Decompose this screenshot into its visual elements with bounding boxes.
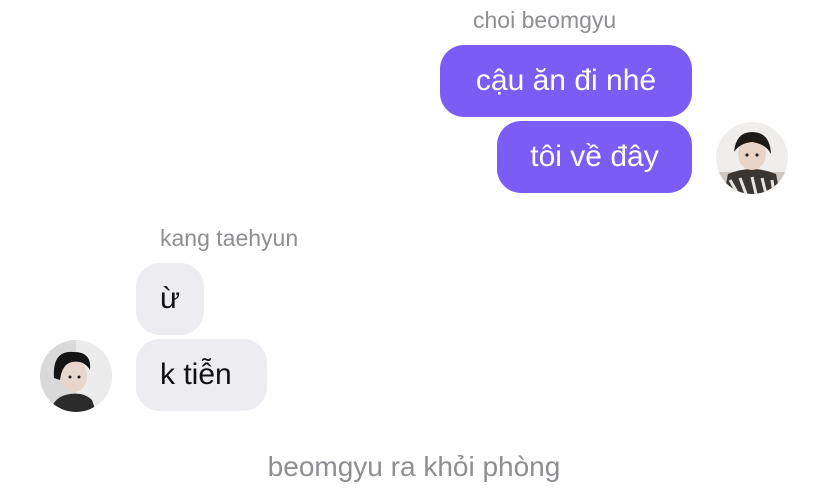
message-bubble-outgoing[interactable]: tôi về đây bbox=[497, 121, 692, 193]
sender-name-incoming: kang taehyun bbox=[160, 225, 299, 251]
message-text: k tiễn bbox=[160, 358, 232, 391]
message-text: tôi về đây bbox=[530, 140, 659, 173]
avatar-incoming-user[interactable] bbox=[40, 340, 112, 412]
system-notice: beomgyu ra khỏi phòng bbox=[267, 451, 561, 482]
message-text: cậu ăn đi nhé bbox=[475, 64, 657, 97]
user-photo-avatar-icon bbox=[40, 340, 112, 412]
message-bubble-incoming[interactable]: k tiễn bbox=[136, 339, 267, 411]
sender-name-outgoing: choi beomgyu bbox=[473, 7, 617, 33]
message-text: ừ bbox=[160, 282, 181, 315]
avatar-outgoing-user[interactable] bbox=[716, 122, 788, 194]
message-bubble-outgoing[interactable]: cậu ăn đi nhé bbox=[440, 45, 692, 117]
message-bubble-incoming[interactable]: ừ bbox=[136, 263, 204, 335]
user-photo-avatar-icon bbox=[716, 122, 788, 194]
